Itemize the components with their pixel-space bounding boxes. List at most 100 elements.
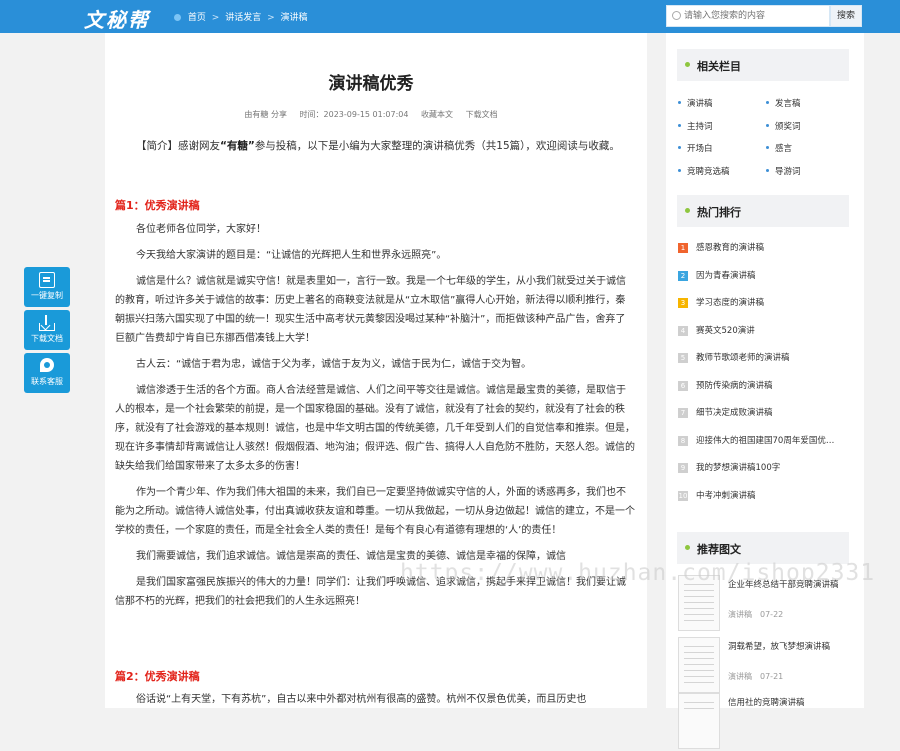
article-meta: 由有糖 分享 时间：2023-09-15 01:07:04 收藏本文 下载文档 [105, 109, 637, 120]
bullet-icon [678, 124, 681, 127]
related-label: 主持词 [687, 122, 713, 132]
download-icon [39, 315, 55, 331]
document-thumbnail [678, 637, 720, 693]
hot-item[interactable]: 2 因为青春演讲稿 [678, 269, 853, 281]
related-label: 感言 [775, 144, 793, 154]
summary-prefix: 【简介】感谢网友 [136, 140, 220, 152]
related-item[interactable]: 导游词 [766, 165, 801, 177]
bullet-icon [678, 146, 681, 149]
recommend-category: 演讲稿 [728, 610, 752, 619]
floating-toolbar: 一键复制 下载文档 联系客服 [24, 267, 70, 396]
article-panel: 演讲稿优秀 由有糖 分享 时间：2023-09-15 01:07:04 收藏本文… [105, 33, 647, 708]
paragraph: 今天我给大家演讲的题目是：“让诚信的光辉把人生和世界永远照亮”。 [136, 250, 447, 261]
hot-item[interactable]: 7 细节决定成败演讲稿 [678, 406, 853, 418]
recommend-item[interactable]: 信用社的竞聘演讲稿 [678, 693, 856, 751]
paragraph: 古人云：“诚信于君为忠，诚信于父为孝，诚信于友为义，诚信于民为仁，诚信于交为智。 [136, 359, 532, 370]
hot-title: 热门排行 [697, 206, 741, 219]
paragraph: 各位老师各位同学，大家好！ [136, 224, 266, 235]
download-doc-link[interactable]: 下载文档 [466, 110, 498, 119]
sidebar: 相关栏目 演讲稿 发言稿 主持词 颁奖词 开场白 感言 竞聘竞选稿 导游词 热门… [666, 33, 864, 749]
section-body: 各位老师各位同学，大家好！ 今天我给大家演讲的题目是：“让诚信的光辉把人生和世界… [115, 220, 635, 618]
breadcrumb: 首页 > 讲话发言 > 演讲稿 [174, 10, 308, 23]
related-label: 开场白 [687, 144, 713, 154]
recommend-item[interactable]: 洞载希望，放飞梦想演讲稿 演讲稿 07-21 [678, 637, 856, 695]
home-icon [174, 14, 181, 21]
related-item[interactable]: 演讲稿 [678, 97, 713, 109]
search-box [666, 5, 830, 27]
rank-number: 9 [678, 463, 688, 473]
hot-item-label: 预防传染病的演讲稿 [696, 380, 773, 391]
service-label: 联系客服 [31, 377, 63, 386]
breadcrumb-current[interactable]: 演讲稿 [281, 13, 308, 23]
related-label: 演讲稿 [687, 99, 713, 109]
rank-number: 1 [678, 243, 688, 253]
related-label: 导游词 [775, 167, 801, 177]
hot-item-label: 赛英文520演讲 [696, 325, 755, 336]
section-title: 篇1：优秀演讲稿 [115, 199, 200, 212]
summary-author: “有糖” [220, 140, 255, 152]
hot-header: 热门排行 [677, 195, 849, 227]
rank-number: 4 [678, 325, 688, 336]
section-body: 俗话说“上有天堂，下有苏杭”，自古以来中外都对杭州有很高的盛赞。杭州不仅景色优美… [115, 690, 635, 708]
breadcrumb-separator: > [211, 13, 220, 23]
bullet-icon [766, 146, 769, 149]
paragraph: 诚信是什么？诚信就是诚实守信！就是表里如一，言行一致。我是一个七年级的学生，从小… [115, 276, 626, 344]
hot-item-label: 感恩教育的演讲稿 [696, 243, 765, 253]
related-item[interactable]: 开场白 [678, 142, 713, 154]
search-input[interactable] [684, 8, 824, 24]
related-item[interactable]: 颁奖词 [766, 120, 801, 132]
hot-item[interactable]: 10 中考冲刺演讲稿 [678, 489, 853, 501]
related-item[interactable]: 发言稿 [766, 97, 801, 109]
meta-time: 时间：2023-09-15 01:07:04 [299, 110, 409, 119]
hot-item[interactable]: 1 感恩教育的演讲稿 [678, 241, 853, 253]
document-thumbnail [678, 693, 720, 749]
rank-number: 3 [678, 298, 688, 308]
section-title: 篇2：优秀演讲稿 [115, 670, 200, 683]
bullet-icon [766, 169, 769, 172]
watermark: https://www.huzhan.com/ishop2331 [400, 560, 876, 586]
related-header: 相关栏目 [677, 49, 849, 81]
recommend-meta: 演讲稿 07-21 [728, 671, 791, 682]
download-button[interactable]: 下载文档 [24, 310, 70, 350]
search-icon [672, 11, 681, 20]
bullet-icon [678, 101, 681, 104]
hot-item[interactable]: 6 预防传染病的演讲稿 [678, 379, 853, 391]
breadcrumb-separator: > [267, 13, 275, 23]
hot-item[interactable]: 8 迎接伟大的祖国建国70周年爱国优… [678, 434, 853, 446]
related-item[interactable]: 竞聘竞选稿 [678, 165, 730, 177]
breadcrumb-speech[interactable]: 讲话发言 [225, 13, 261, 23]
related-item[interactable]: 主持词 [678, 120, 713, 132]
copy-label: 一键复制 [31, 291, 63, 300]
recommend-meta: 演讲稿 07-22 [728, 609, 791, 620]
rank-number: 5 [678, 353, 688, 363]
bullet-icon [678, 169, 681, 172]
search-button[interactable]: 搜索 [830, 5, 862, 27]
bullet-icon [685, 62, 690, 67]
copy-button[interactable]: 一键复制 [24, 267, 70, 307]
favorite-link[interactable]: 收藏本文 [421, 110, 453, 119]
related-label: 竞聘竞选稿 [687, 167, 730, 177]
customer-service-button[interactable]: 联系客服 [24, 353, 70, 393]
recommend-title: 推荐图文 [697, 543, 741, 556]
article-title: 演讲稿优秀 [328, 74, 414, 94]
related-item[interactable]: 感言 [766, 142, 792, 154]
hot-item-label: 迎接伟大的祖国建国70周年爱国优… [696, 435, 835, 446]
related-label: 发言稿 [775, 99, 801, 109]
bullet-icon [685, 208, 690, 213]
hot-item-label: 学习态度的演讲稿 [696, 298, 765, 308]
download-label: 下载文档 [31, 334, 63, 343]
hot-item[interactable]: 9 我的梦想演讲稿100字 [678, 461, 853, 473]
site-logo[interactable]: 文秘帮 [84, 4, 150, 33]
recommend-date: 07-21 [760, 672, 784, 681]
recommend-title-text: 洞载希望，放飞梦想演讲稿 [728, 642, 831, 652]
hot-item-label: 中考冲刺演讲稿 [696, 490, 756, 501]
recommend-date: 07-22 [760, 610, 784, 619]
paragraph: 诚信渗透于生活的各个方面。商人合法经营是诚信、人们之间平等交往是诚信。诚信是最宝… [115, 385, 635, 472]
hot-item[interactable]: 5 教师节歌颂老师的演讲稿 [678, 351, 853, 363]
hot-item[interactable]: 4 赛英文520演讲 [678, 324, 853, 336]
rank-number: 6 [678, 380, 688, 391]
breadcrumb-home[interactable]: 首页 [188, 13, 206, 23]
related-title: 相关栏目 [697, 60, 741, 73]
bullet-icon [766, 101, 769, 104]
hot-item[interactable]: 3 学习态度的演讲稿 [678, 296, 853, 308]
